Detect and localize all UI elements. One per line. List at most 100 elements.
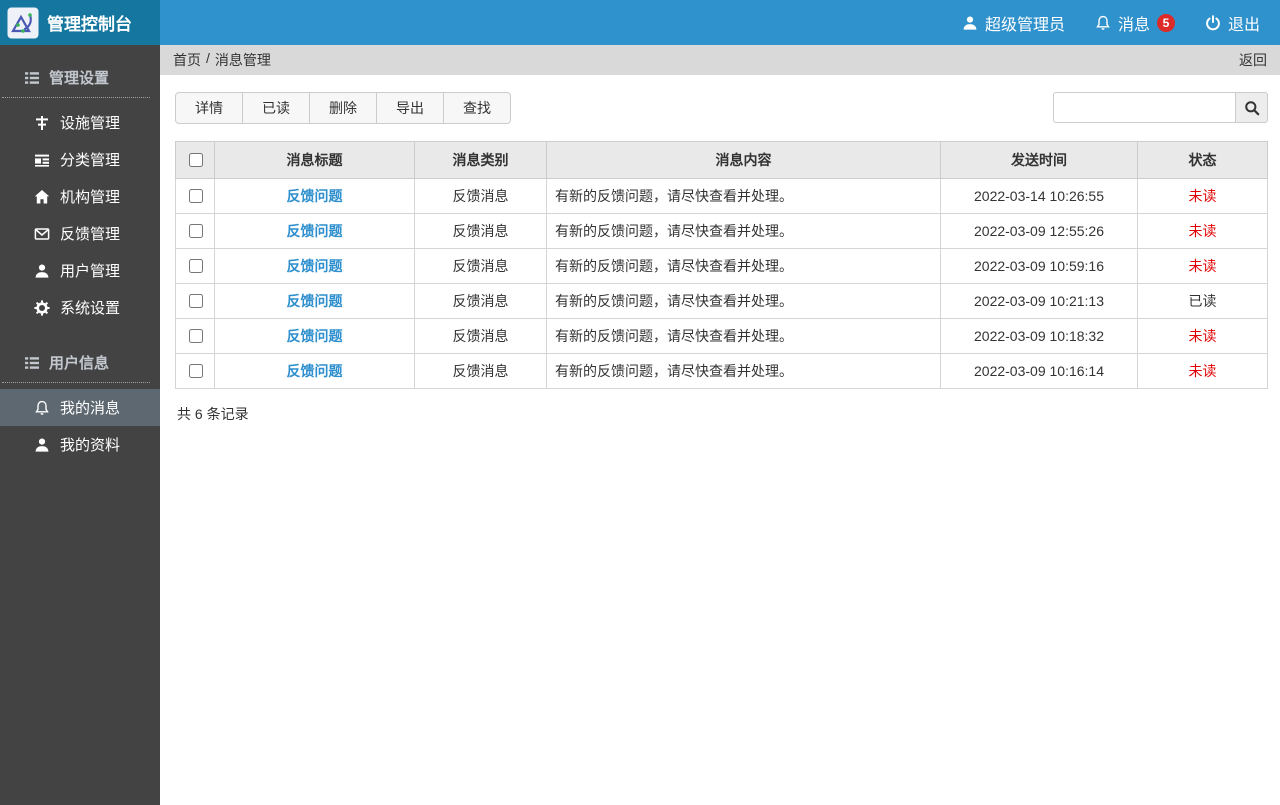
header-message-title: 消息标题 [215,142,415,179]
message-time: 2022-03-14 10:26:55 [941,179,1138,214]
logout-label: 退出 [1228,11,1260,35]
message-title-link[interactable]: 反馈问题 [287,328,343,344]
table-row: 反馈问题 反馈消息 有新的反馈问题，请尽快查看并处理。 2022-03-09 1… [176,249,1268,284]
logout-button[interactable]: 退出 [1205,11,1260,35]
sidebar-item-label: 系统设置 [60,297,120,318]
delete-button[interactable]: 删除 [309,92,377,124]
messages-table: 消息标题 消息类别 消息内容 发送时间 状态 反馈问题 反馈消息 有新的反馈问题… [175,141,1268,389]
message-category: 反馈消息 [415,354,547,389]
search-icon [1244,100,1260,116]
sidebar-item-label: 机构管理 [60,186,120,207]
search-button[interactable] [1235,92,1268,123]
category-icon [34,152,50,168]
sidebar-item-facility[interactable]: 设施管理 [0,104,160,141]
app-brand: 管理控制台 [0,0,160,45]
messages-button[interactable]: 消息 5 [1095,11,1175,35]
message-category: 反馈消息 [415,179,547,214]
top-bar: 管理控制台 超级管理员 消息 5 退出 [0,0,1280,45]
message-content: 有新的反馈问题，请尽快查看并处理。 [547,214,941,249]
message-time: 2022-03-09 10:59:16 [941,249,1138,284]
row-checkbox[interactable] [189,189,203,203]
sidebar-item-my-messages[interactable]: 我的消息 [0,389,160,426]
table-row: 反馈问题 反馈消息 有新的反馈问题，请尽快查看并处理。 2022-03-14 1… [176,179,1268,214]
export-button[interactable]: 导出 [376,92,444,124]
table-row: 反馈问题 反馈消息 有新的反馈问题，请尽快查看并处理。 2022-03-09 1… [176,214,1268,249]
message-status: 已读 [1138,284,1268,319]
search-box [1053,92,1268,123]
header-status: 状态 [1138,142,1268,179]
message-title-link[interactable]: 反馈问题 [287,293,343,309]
sidebar-item-label: 分类管理 [60,149,120,170]
table-header-row: 消息标题 消息类别 消息内容 发送时间 状态 [176,142,1268,179]
bell-icon [1095,15,1111,31]
message-category: 反馈消息 [415,214,547,249]
row-checkbox[interactable] [189,329,203,343]
sidebar-section-title: 用户信息 [49,352,109,373]
list-icon [24,70,40,86]
header-checkbox-cell [176,142,215,179]
user-icon [34,437,50,453]
row-checkbox[interactable] [189,224,203,238]
app-logo-icon [7,7,39,39]
message-time: 2022-03-09 10:18:32 [941,319,1138,354]
search-input[interactable] [1053,92,1235,123]
user-icon [34,263,50,279]
sidebar-item-label: 用户管理 [60,260,120,281]
messages-count-badge: 5 [1157,14,1175,32]
main-area: 首页 / 消息管理 返回 详情 已读 删除 导出 查找 [160,45,1280,805]
facility-icon [34,115,50,131]
header-message-content: 消息内容 [547,142,941,179]
header-send-time: 发送时间 [941,142,1138,179]
table-row: 反馈问题 反馈消息 有新的反馈问题，请尽快查看并处理。 2022-03-09 1… [176,319,1268,354]
message-status: 未读 [1138,249,1268,284]
divider [2,382,150,383]
current-user[interactable]: 超级管理员 [962,11,1065,35]
message-status: 未读 [1138,354,1268,389]
message-status: 未读 [1138,214,1268,249]
message-title-link[interactable]: 反馈问题 [287,258,343,274]
message-title-link[interactable]: 反馈问题 [287,188,343,204]
messages-label: 消息 [1118,11,1150,35]
message-time: 2022-03-09 12:55:26 [941,214,1138,249]
list-icon [24,355,40,371]
sidebar-item-settings[interactable]: 系统设置 [0,289,160,326]
sidebar-section-admin: 管理设置 [0,55,160,97]
sidebar-item-my-profile[interactable]: 我的资料 [0,426,160,463]
sidebar-item-organization[interactable]: 机构管理 [0,178,160,215]
message-content: 有新的反馈问题，请尽快查看并处理。 [547,354,941,389]
sidebar-item-feedback[interactable]: 反馈管理 [0,215,160,252]
mail-icon [34,226,50,242]
breadcrumb-separator: / [206,50,210,70]
message-status: 未读 [1138,179,1268,214]
sidebar-item-users[interactable]: 用户管理 [0,252,160,289]
top-nav: 超级管理员 消息 5 退出 [160,0,1280,45]
message-title-link[interactable]: 反馈问题 [287,363,343,379]
find-button[interactable]: 查找 [443,92,511,124]
current-user-label: 超级管理员 [985,11,1065,35]
row-checkbox[interactable] [189,294,203,308]
detail-button[interactable]: 详情 [175,92,243,124]
app-title: 管理控制台 [47,10,132,35]
sidebar: 管理设置 设施管理 [0,45,160,805]
toolbar: 详情 已读 删除 导出 查找 [175,92,1268,124]
select-all-checkbox[interactable] [189,153,203,167]
gear-icon [34,300,50,316]
message-title-link[interactable]: 反馈问题 [287,223,343,239]
message-content: 有新的反馈问题，请尽快查看并处理。 [547,249,941,284]
breadcrumb-home-link[interactable]: 首页 [173,50,201,70]
mark-read-button[interactable]: 已读 [242,92,310,124]
message-content: 有新的反馈问题，请尽快查看并处理。 [547,284,941,319]
row-checkbox[interactable] [189,259,203,273]
sidebar-item-label: 我的资料 [60,434,120,455]
content: 详情 已读 删除 导出 查找 [160,75,1280,424]
sidebar-item-category[interactable]: 分类管理 [0,141,160,178]
back-link[interactable]: 返回 [1239,50,1267,70]
sidebar-item-label: 我的消息 [60,397,120,418]
breadcrumb-bar: 首页 / 消息管理 返回 [160,45,1280,75]
message-category: 反馈消息 [415,319,547,354]
message-time: 2022-03-09 10:16:14 [941,354,1138,389]
header-message-category: 消息类别 [415,142,547,179]
action-button-group: 详情 已读 删除 导出 查找 [175,92,511,124]
message-time: 2022-03-09 10:21:13 [941,284,1138,319]
row-checkbox[interactable] [189,364,203,378]
